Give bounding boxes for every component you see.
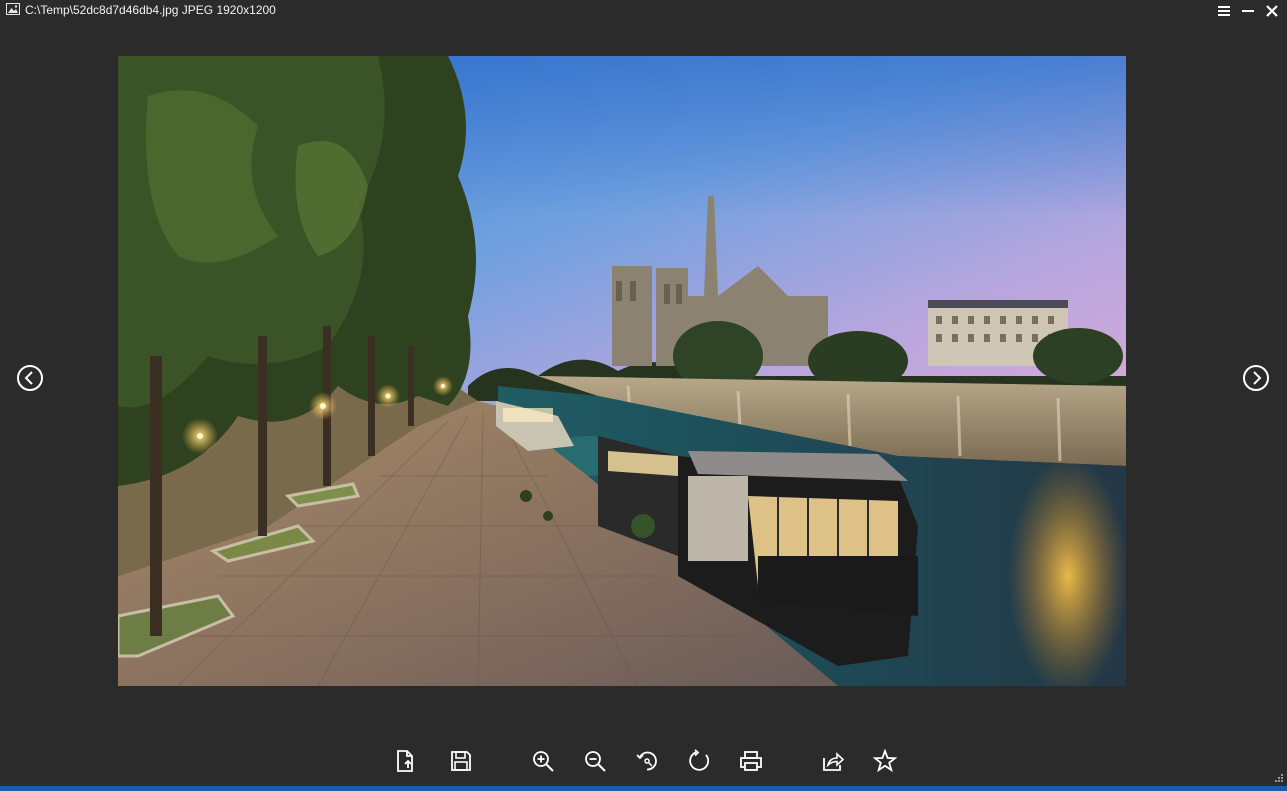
menu-button[interactable] [1213,0,1235,22]
window-controls [1213,0,1287,22]
image-file-icon [6,3,20,15]
zoom-out-icon [585,751,606,772]
chevron-left-circle-icon [17,365,43,391]
zoom-in-button[interactable] [528,746,558,776]
rotate-left-button[interactable] [632,746,662,776]
chevron-right-circle-icon [1243,365,1269,391]
rotate-right-button[interactable] [684,746,714,776]
open-file-button[interactable] [390,746,420,776]
resize-grip-icon[interactable] [1273,774,1283,784]
menu-icon [1218,6,1230,16]
close-button[interactable] [1261,0,1283,22]
save-button[interactable] [446,746,476,776]
viewer-image[interactable] [118,56,1126,686]
next-image-button[interactable] [1242,364,1270,392]
rotate-left-icon [636,751,657,771]
save-icon [451,751,471,771]
share-icon [823,752,845,771]
minimize-button[interactable] [1237,0,1259,22]
zoom-in-icon [533,751,554,772]
bottom-toolbar [0,744,1287,780]
title-bar: C:\Temp\52dc8d7d46db4.jpg JPEG 1920x1200 [0,0,1287,22]
star-icon [873,749,897,773]
previous-image-button[interactable] [16,364,44,392]
favorite-button[interactable] [870,746,900,776]
window-title: C:\Temp\52dc8d7d46db4.jpg JPEG 1920x1200 [25,3,276,17]
photo-notre-dame-seine [118,56,1126,686]
file-export-icon [397,750,413,772]
close-icon [1266,5,1278,17]
rotate-right-icon [689,749,710,771]
print-icon [740,751,762,771]
print-button[interactable] [736,746,766,776]
zoom-out-button[interactable] [580,746,610,776]
minimize-icon [1242,10,1254,12]
taskbar-strip [0,786,1287,791]
share-button[interactable] [818,746,848,776]
